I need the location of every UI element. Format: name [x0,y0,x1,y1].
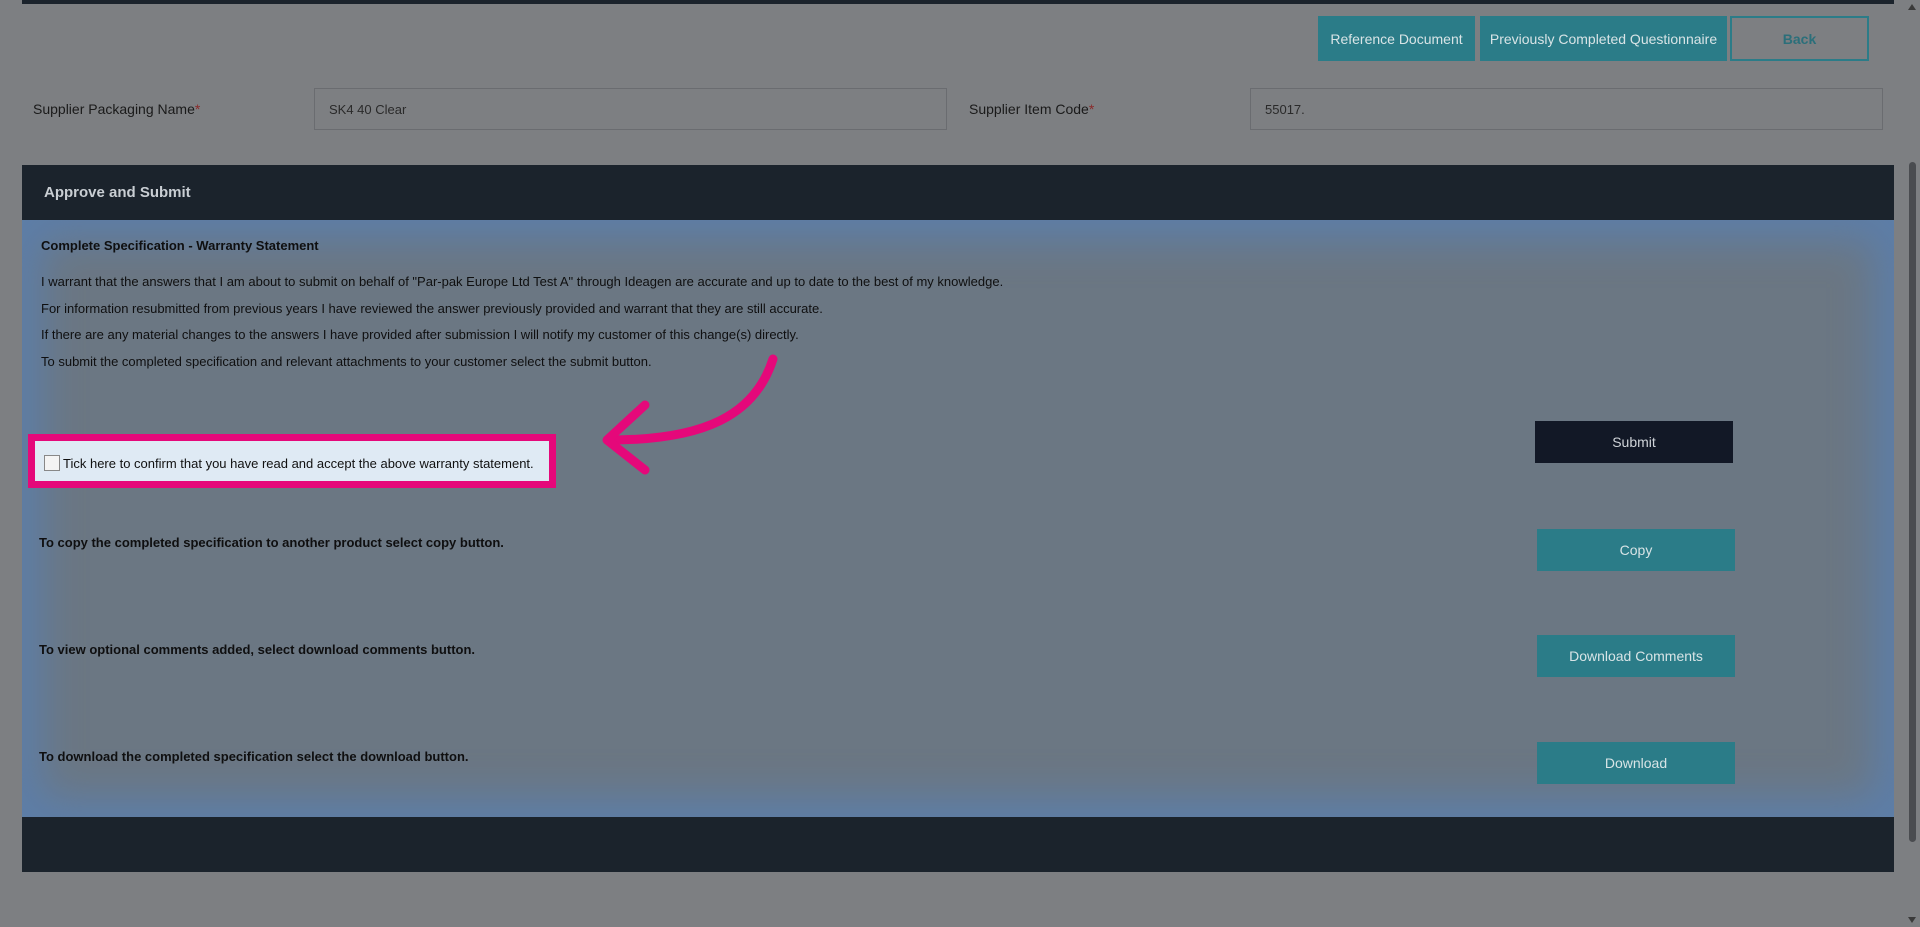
download-button[interactable]: Download [1537,742,1735,784]
download-instruction: To download the completed specification … [39,749,469,764]
item-code-label-text: Supplier Item Code [969,101,1089,117]
section-title: Approve and Submit [44,184,191,201]
annotation-arrow-icon [602,354,778,475]
vertical-scrollbar[interactable] [1904,0,1920,927]
download-comments-button[interactable]: Download Comments [1537,635,1735,677]
packaging-name-label-text: Supplier Packaging Name [33,101,195,117]
copy-button[interactable]: Copy [1537,529,1735,571]
required-marker: * [1088,101,1095,117]
previously-completed-button[interactable]: Previously Completed Questionnaire [1480,16,1727,61]
item-code-input[interactable]: 55017. [1250,88,1883,130]
submit-button[interactable]: Submit [1535,421,1733,463]
back-button[interactable]: Back [1730,16,1869,61]
reference-document-button[interactable]: Reference Document [1318,16,1475,61]
required-marker: * [194,101,201,117]
warranty-title: Complete Specification - Warranty Statem… [41,238,319,253]
section-footer [22,817,1894,872]
scroll-up-icon[interactable] [1908,4,1916,10]
copy-instruction: To copy the completed specification to a… [39,535,504,550]
warranty-confirm-label[interactable]: Tick here to confirm that you have read … [63,456,534,471]
warranty-line: For information resubmitted from previou… [41,301,823,316]
item-code-label: Supplier Item Code* [969,101,1094,117]
scroll-down-icon[interactable] [1908,917,1916,923]
scroll-thumb[interactable] [1909,162,1916,842]
section-header: Approve and Submit [22,165,1894,220]
warranty-confirm-checkbox[interactable] [44,455,60,471]
packaging-name-label: Supplier Packaging Name* [33,101,200,117]
warranty-confirm-highlight: Tick here to confirm that you have read … [28,434,556,488]
warranty-line: If there are any material changes to the… [41,327,799,342]
warranty-line: To submit the completed specification an… [41,354,652,369]
warranty-line: I warrant that the answers that I am abo… [41,274,1004,289]
page: Reference Document Previously Completed … [0,0,1920,927]
packaging-name-input[interactable]: SK4 40 Clear [314,88,947,130]
comments-instruction: To view optional comments added, select … [39,642,476,657]
